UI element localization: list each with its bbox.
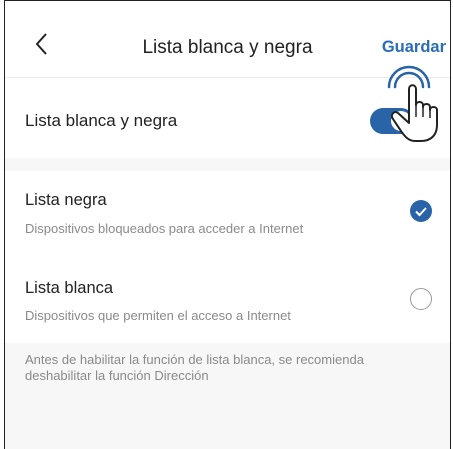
list-mode-options: Lista negra Dispositivos bloqueados para… — [5, 171, 450, 343]
checkmark-glyph-icon — [415, 207, 427, 217]
whitelist-note: Antes de habilitar la función de lista b… — [25, 352, 364, 383]
blacklist-whitelist-toggle-row: Lista blanca y negra — [5, 78, 450, 158]
checkmark-circle-icon[interactable] — [410, 200, 432, 222]
option-lista-blanca[interactable]: Lista blanca Dispositivos que permiten e… — [5, 257, 450, 343]
option-description: Dispositivos que permiten el acceso a In… — [25, 308, 291, 323]
option-description: Dispositivos bloqueados para acceder a I… — [25, 221, 304, 236]
option-name: Lista blanca — [25, 279, 114, 297]
save-button[interactable]: Guardar — [382, 38, 446, 57]
option-name: Lista negra — [25, 191, 107, 209]
app-frame: Lista blanca y negra Guardar Lista blanc… — [4, 0, 451, 449]
empty-radio-icon[interactable] — [410, 288, 432, 310]
option-lista-negra[interactable]: Lista negra Dispositivos bloqueados para… — [5, 171, 450, 257]
header-bar: Lista blanca y negra Guardar — [5, 1, 450, 78]
hand-pointer-icon — [387, 65, 438, 142]
toggle-label: Lista blanca y negra — [25, 111, 178, 130]
